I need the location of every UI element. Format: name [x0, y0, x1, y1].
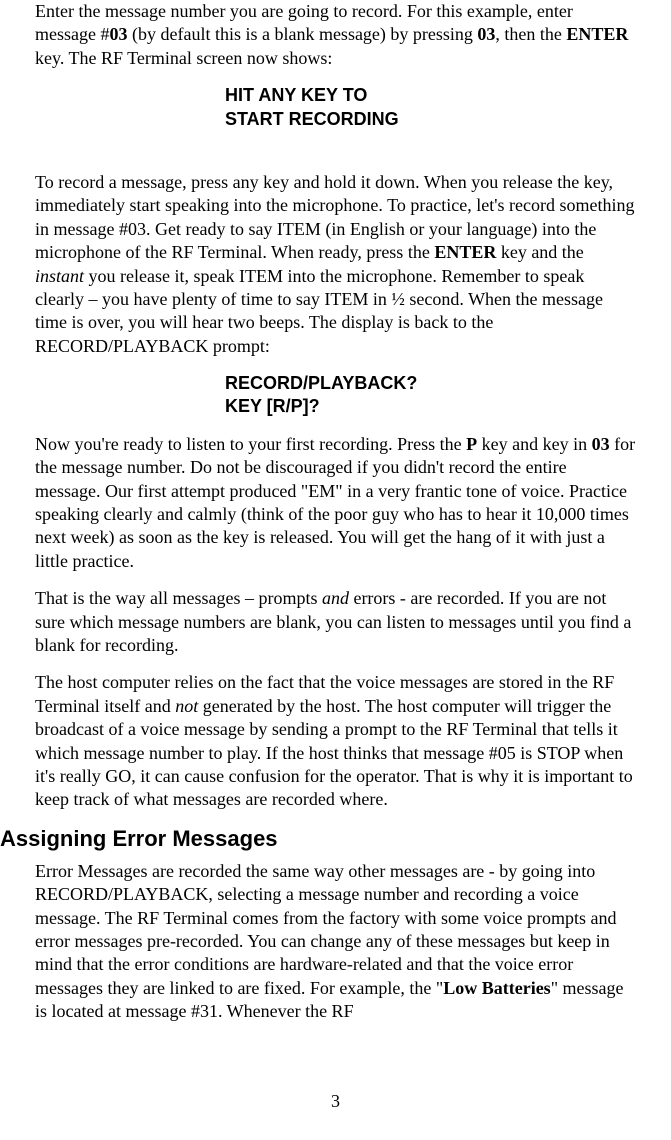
- text: key and the: [496, 242, 583, 262]
- italic-text: not: [175, 696, 198, 716]
- section-heading: Assigning Error Messages: [0, 826, 636, 852]
- text: you release it, speak ITEM into the micr…: [35, 266, 603, 356]
- terminal-display-2: RECORD/PLAYBACK? KEY [R/P]?: [225, 372, 636, 419]
- bold-text: ENTER: [434, 242, 496, 262]
- paragraph-4: That is the way all messages – prompts a…: [35, 587, 636, 657]
- terminal-display-1: HIT ANY KEY TO START RECORDING: [225, 84, 636, 131]
- paragraph-5: The host computer relies on the fact tha…: [35, 671, 636, 811]
- terminal-line: RECORD/PLAYBACK?: [225, 372, 636, 395]
- bold-text: 03: [592, 434, 610, 454]
- terminal-line: HIT ANY KEY TO: [225, 84, 636, 107]
- paragraph-2: To record a message, press any key and h…: [35, 171, 636, 358]
- italic-text: and: [322, 588, 349, 608]
- text: key and key in: [477, 434, 591, 454]
- page-number: 3: [0, 1091, 671, 1112]
- bold-text: 03: [477, 24, 495, 44]
- text: That is the way all messages – prompts: [35, 588, 322, 608]
- bold-text: P: [466, 434, 477, 454]
- paragraph-3: Now you're ready to listen to your first…: [35, 433, 636, 573]
- text: , then the: [495, 24, 566, 44]
- text: key. The RF Terminal screen now shows:: [35, 48, 332, 68]
- text: Now you're ready to listen to your first…: [35, 434, 466, 454]
- paragraph-1: Enter the message number you are going t…: [35, 0, 636, 70]
- bold-text: 03: [109, 24, 127, 44]
- bold-text: Low Batteries: [443, 978, 550, 998]
- paragraph-6: Error Messages are recorded the same way…: [35, 860, 636, 1024]
- terminal-line: KEY [R/P]?: [225, 395, 636, 418]
- terminal-line: START RECORDING: [225, 108, 636, 131]
- text: for the message number. Do not be discou…: [35, 434, 635, 571]
- text: (by default this is a blank message) by …: [127, 24, 477, 44]
- italic-text: instant: [35, 266, 84, 286]
- bold-text: ENTER: [566, 24, 628, 44]
